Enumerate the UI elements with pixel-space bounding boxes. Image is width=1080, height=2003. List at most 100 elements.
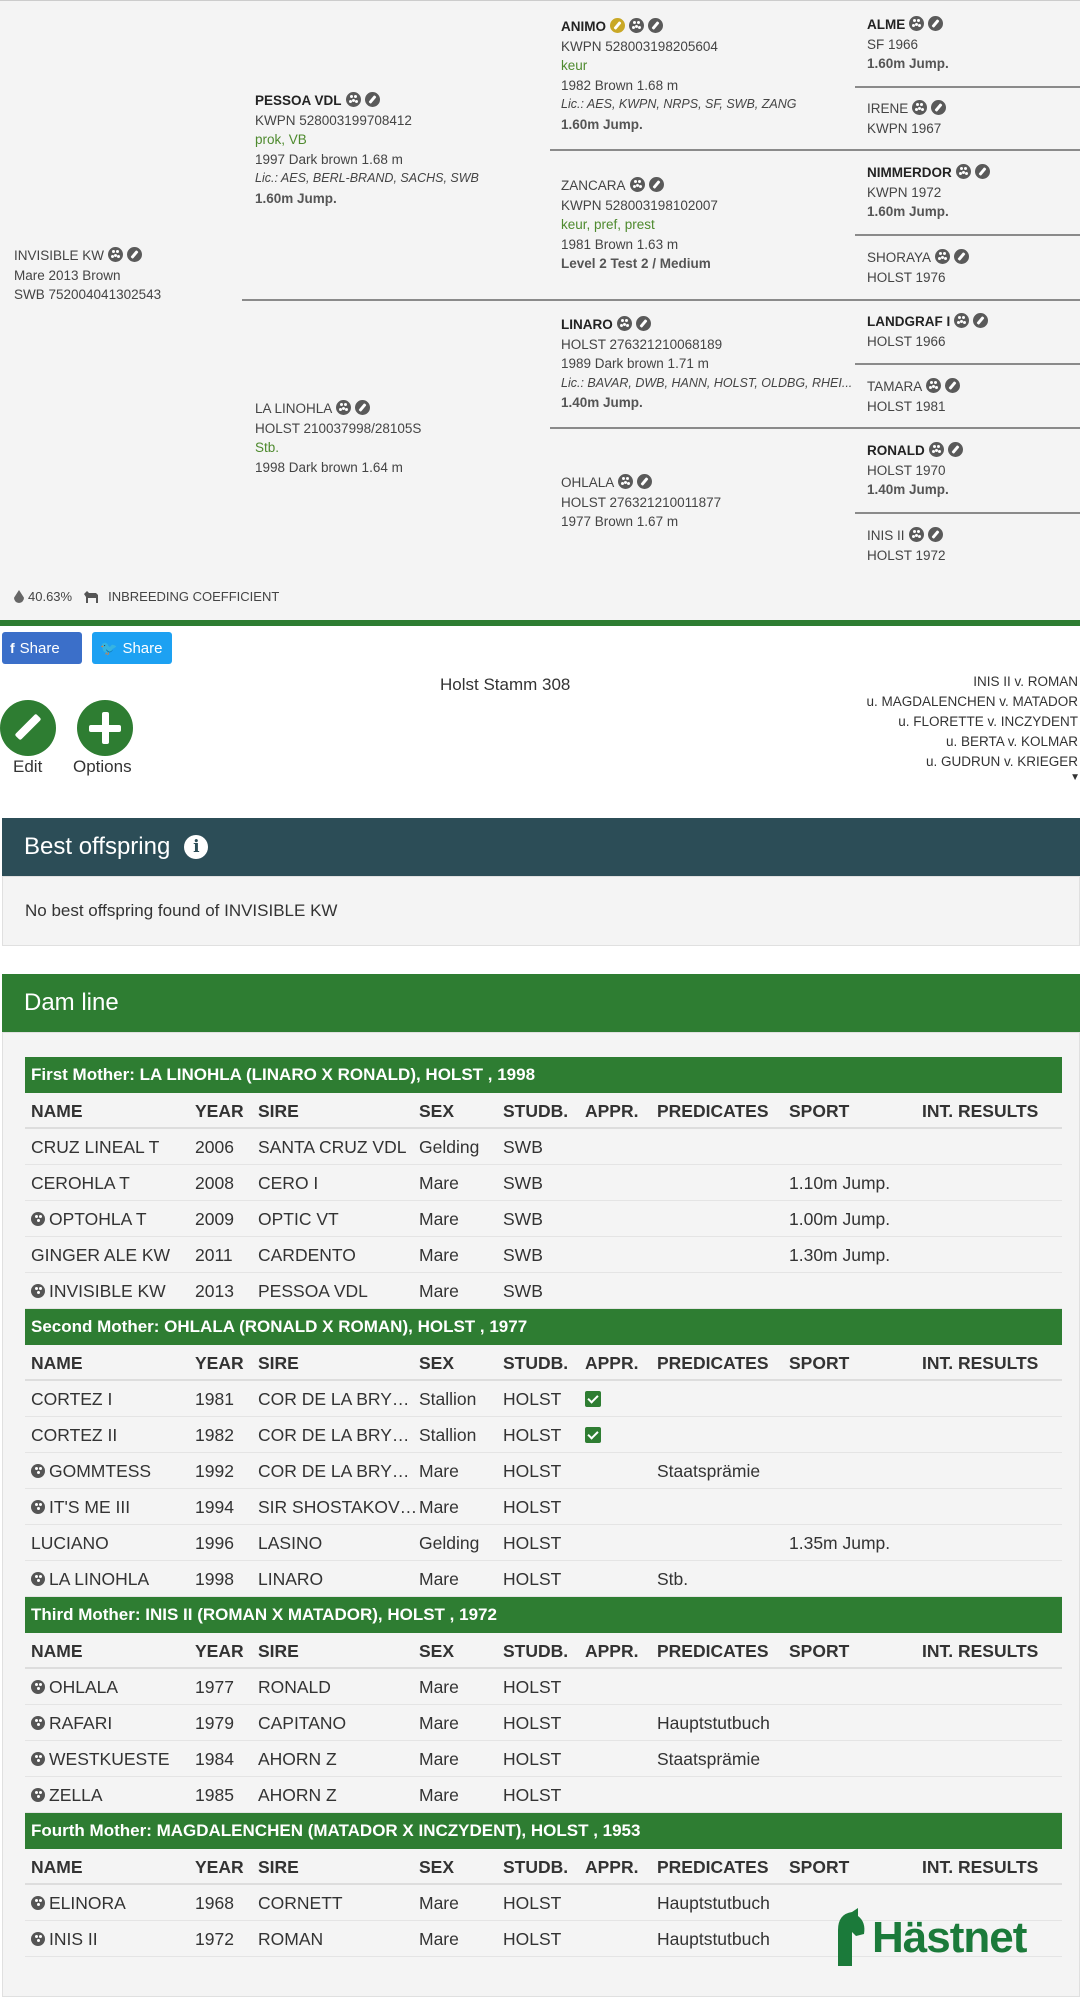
family-icon[interactable] bbox=[912, 100, 928, 115]
family-icon[interactable] bbox=[336, 400, 352, 415]
family-icon[interactable] bbox=[108, 247, 124, 262]
family-icon[interactable] bbox=[31, 1284, 45, 1298]
horse-name[interactable]: RONALD bbox=[867, 443, 925, 458]
cell-sire[interactable]: AHORN Z bbox=[258, 1777, 418, 1813]
column-header-appr[interactable]: APPR. bbox=[585, 1093, 645, 1129]
column-header-pred[interactable]: PREDICATES bbox=[657, 1849, 787, 1885]
cell-name[interactable]: LUCIANO bbox=[31, 1525, 191, 1561]
column-header-sex[interactable]: SEX bbox=[419, 1093, 499, 1129]
approved-icon[interactable] bbox=[610, 18, 625, 33]
edit-label[interactable]: Edit bbox=[13, 757, 42, 777]
edit-icon[interactable] bbox=[927, 527, 943, 542]
family-icon[interactable] bbox=[31, 1572, 45, 1586]
table-row[interactable]: RAFARI 1979 CAPITANO Mare HOLST Hauptstutbuch bbox=[25, 1705, 1062, 1741]
chevron-down-icon[interactable]: ▼ bbox=[1070, 772, 1080, 783]
family-icon[interactable] bbox=[954, 313, 970, 328]
family-icon[interactable] bbox=[935, 249, 951, 264]
family-icon[interactable] bbox=[908, 527, 924, 542]
pedigree-dds[interactable]: RONALD HOLST 1970 1.40m Jump. bbox=[867, 441, 963, 500]
edit-button[interactable] bbox=[0, 700, 56, 756]
family-icon[interactable] bbox=[31, 1896, 45, 1910]
cell-sire[interactable]: COR DE LA BRYE... bbox=[258, 1453, 418, 1489]
offspring-name[interactable]: GINGER ALE KW bbox=[31, 1245, 170, 1265]
cell-sire[interactable]: LINARO bbox=[258, 1561, 418, 1597]
column-header-sex[interactable]: SEX bbox=[419, 1345, 499, 1381]
edit-icon[interactable] bbox=[954, 249, 970, 264]
cell-sire[interactable]: SIR SHOSTAKOVI... bbox=[258, 1489, 418, 1525]
cell-name[interactable]: GINGER ALE KW bbox=[31, 1237, 191, 1273]
cell-name[interactable]: CRUZ LINEAL T bbox=[31, 1129, 191, 1165]
cell-sire[interactable]: COR DE LA BRYE... bbox=[258, 1417, 418, 1453]
offspring-name[interactable]: ELINORA bbox=[49, 1893, 126, 1913]
column-header-sire[interactable]: SIRE bbox=[258, 1633, 418, 1669]
offspring-name[interactable]: ZELLA bbox=[49, 1785, 103, 1805]
cell-name[interactable]: ELINORA bbox=[31, 1885, 191, 1921]
edit-icon[interactable] bbox=[635, 316, 651, 331]
offspring-name[interactable]: WESTKUESTE bbox=[49, 1749, 170, 1769]
cell-name[interactable]: CEROHLA T bbox=[31, 1165, 191, 1201]
facebook-share-button[interactable]: f Share bbox=[2, 632, 82, 664]
horse-name[interactable]: INIS II bbox=[867, 528, 905, 543]
cell-name[interactable]: RAFARI bbox=[31, 1705, 191, 1741]
column-header-pred[interactable]: PREDICATES bbox=[657, 1633, 787, 1669]
table-row[interactable]: IT'S ME III 1994 SIR SHOSTAKOVI... Mare HOLS… bbox=[25, 1489, 1062, 1525]
column-header-stud[interactable]: STUDB. bbox=[503, 1345, 573, 1381]
edit-icon[interactable] bbox=[648, 18, 663, 33]
horse-name[interactable]: NIMMERDOR bbox=[867, 165, 952, 180]
column-header-name[interactable]: NAME bbox=[31, 1633, 191, 1669]
mother-heading[interactable]: First Mother: LA LINOHLA (LINARO X RONAL… bbox=[25, 1057, 1062, 1093]
column-header-sire[interactable]: SIRE bbox=[258, 1849, 418, 1885]
cell-name[interactable]: IT'S ME III bbox=[31, 1489, 191, 1525]
mother-heading[interactable]: Third Mother: INIS II (ROMAN X MATADOR),… bbox=[25, 1597, 1062, 1633]
dam-chain-line[interactable]: u. MAGDALENCHEN v. MATADOR bbox=[866, 692, 1078, 712]
family-icon[interactable] bbox=[955, 164, 971, 179]
cell-name[interactable]: ZELLA bbox=[31, 1777, 191, 1813]
table-row[interactable]: CORTEZ II 1982 COR DE LA BRYE... Stallion HO… bbox=[25, 1417, 1062, 1453]
table-row[interactable]: GOMMTESS 1992 COR DE LA BRYE... Mare HOLST St… bbox=[25, 1453, 1062, 1489]
cell-sire[interactable]: AHORN Z bbox=[258, 1741, 418, 1777]
offspring-name[interactable]: INVISIBLE KW bbox=[49, 1281, 166, 1301]
column-header-year[interactable]: YEAR bbox=[195, 1093, 251, 1129]
pedigree-ddd[interactable]: INIS II HOLST 1972 bbox=[867, 526, 946, 565]
pedigree-dam-sire[interactable]: LINARO HOLST 276321210068189 1989 Dark b… bbox=[561, 315, 852, 413]
column-header-sport[interactable]: SPORT bbox=[789, 1633, 919, 1669]
edit-icon[interactable] bbox=[648, 177, 664, 192]
column-header-name[interactable]: NAME bbox=[31, 1849, 191, 1885]
horse-name[interactable]: LANDGRAF I bbox=[867, 314, 950, 329]
column-header-sire[interactable]: SIRE bbox=[258, 1345, 418, 1381]
column-header-sex[interactable]: SEX bbox=[419, 1849, 499, 1885]
family-icon[interactable] bbox=[31, 1212, 45, 1226]
family-icon[interactable] bbox=[629, 177, 645, 192]
horse-name[interactable]: TAMARA bbox=[867, 379, 922, 394]
table-row[interactable]: INVISIBLE KW 2013 PESSOA VDL Mare SWB bbox=[25, 1273, 1062, 1309]
edit-icon[interactable] bbox=[973, 313, 989, 328]
column-header-pred[interactable]: PREDICATES bbox=[657, 1345, 787, 1381]
edit-icon[interactable] bbox=[945, 378, 961, 393]
pedigree-sds[interactable]: NIMMERDOR KWPN 1972 1.60m Jump. bbox=[867, 163, 990, 222]
family-icon[interactable] bbox=[31, 1680, 45, 1694]
column-header-sire[interactable]: SIRE bbox=[258, 1093, 418, 1129]
pedigree-dsd[interactable]: TAMARA HOLST 1981 bbox=[867, 377, 961, 416]
offspring-name[interactable]: CRUZ LINEAL T bbox=[31, 1137, 159, 1157]
family-icon[interactable] bbox=[31, 1788, 45, 1802]
horse-name[interactable]: INVISIBLE KW bbox=[14, 248, 104, 263]
options-label[interactable]: Options bbox=[73, 757, 132, 777]
column-header-year[interactable]: YEAR bbox=[195, 1345, 251, 1381]
family-icon[interactable] bbox=[909, 16, 925, 31]
edit-icon[interactable] bbox=[127, 247, 143, 262]
offspring-name[interactable]: CORTEZ I bbox=[31, 1389, 112, 1409]
dam-chain-line[interactable]: u. GUDRUN v. KRIEGER bbox=[866, 752, 1078, 772]
column-header-stud[interactable]: STUDB. bbox=[503, 1849, 573, 1885]
pedigree-dss[interactable]: LANDGRAF I HOLST 1966 bbox=[867, 312, 989, 351]
hastnet-logo[interactable]: Hästnet bbox=[832, 1908, 1027, 1968]
family-icon[interactable] bbox=[31, 1716, 45, 1730]
pedigree-ssd[interactable]: IRENE KWPN 1967 bbox=[867, 99, 947, 138]
family-icon[interactable] bbox=[31, 1464, 45, 1478]
cell-name[interactable]: WESTKUESTE bbox=[31, 1741, 191, 1777]
cell-sire[interactable]: COR DE LA BRYE... bbox=[258, 1381, 418, 1417]
table-row[interactable]: LUCIANO 1996 LASINO Gelding HOLST 1.35m Jump. bbox=[25, 1525, 1062, 1561]
family-icon[interactable] bbox=[616, 316, 632, 331]
cell-sire[interactable]: RONALD bbox=[258, 1669, 418, 1705]
offspring-name[interactable]: LA LINOHLA bbox=[49, 1569, 149, 1589]
horse-name[interactable]: LA LINOHLA bbox=[255, 401, 332, 416]
